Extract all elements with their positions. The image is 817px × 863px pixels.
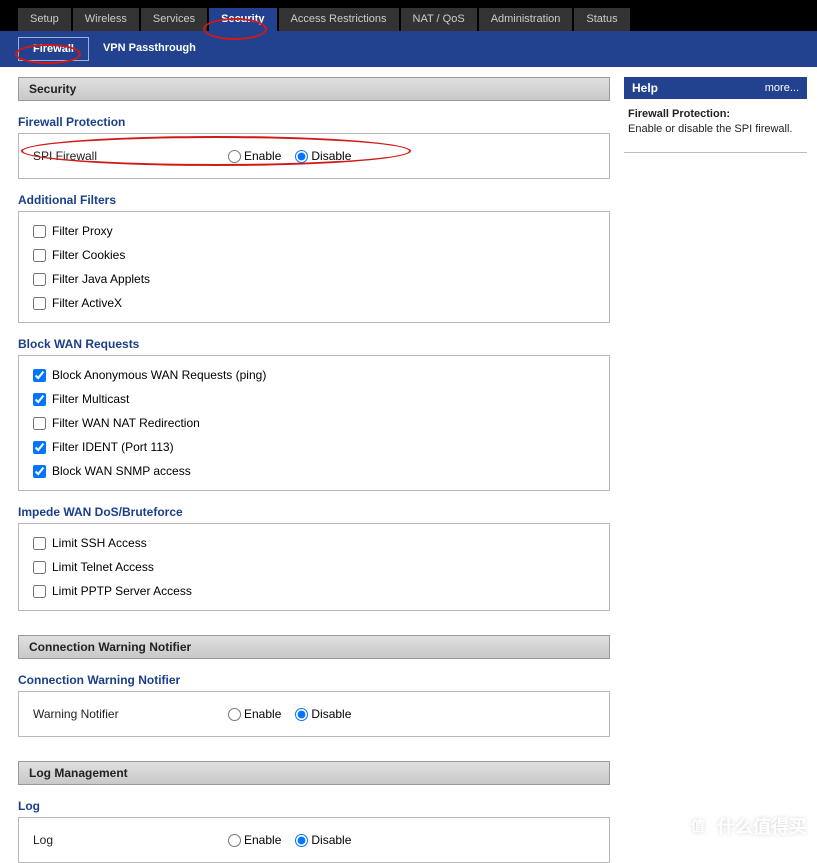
subtab-firewall[interactable]: Firewall [18,37,89,61]
help-header: Help more... [624,77,807,99]
warn-enable-radio[interactable] [228,708,241,721]
impede-label: Limit SSH Access [52,536,147,550]
tab-access-restrictions[interactable]: Access Restrictions [279,8,399,31]
impede-item[interactable]: Limit Telnet Access [33,560,595,574]
section-additional-filters: Additional Filters [18,193,610,207]
tab-services[interactable]: Services [141,8,207,31]
log-disable-radio[interactable] [295,834,308,847]
impede-checkbox[interactable] [33,561,46,574]
blockwan-item[interactable]: Block Anonymous WAN Requests (ping) [33,368,595,382]
blockwan-item[interactable]: Filter Multicast [33,392,595,406]
log-disable-option[interactable]: Disable [295,833,351,847]
spi-enable-option[interactable]: Enable [228,149,281,163]
spi-disable-text: Disable [311,149,351,163]
log-disable-text: Disable [311,833,351,847]
blockwan-label: Block Anonymous WAN Requests (ping) [52,368,266,382]
spi-firewall-label: SPI Firewall [33,149,228,163]
log-label: Log [33,833,228,847]
block-wan-box: Block Anonymous WAN Requests (ping) Filte… [18,355,610,491]
content: Security Firewall Protection SPI Firewal… [0,67,817,863]
section-conn-warn: Connection Warning Notifier [18,673,610,687]
filter-item[interactable]: Filter Java Applets [33,272,595,286]
blockwan-label: Filter WAN NAT Redirection [52,416,200,430]
warn-disable-text: Disable [311,707,351,721]
group-header-conn-warn: Connection Warning Notifier [18,635,610,659]
help-divider [624,152,807,153]
tab-administration[interactable]: Administration [479,8,573,31]
main-column: Security Firewall Protection SPI Firewal… [18,77,610,863]
section-firewall-protection: Firewall Protection [18,115,610,129]
blockwan-item[interactable]: Block WAN SNMP access [33,464,595,478]
spi-enable-radio[interactable] [228,150,241,163]
blockwan-checkbox[interactable] [33,393,46,406]
blockwan-checkbox[interactable] [33,417,46,430]
help-text: Enable or disable the SPI firewall. [628,123,792,135]
spi-disable-option[interactable]: Disable [295,149,351,163]
log-box: Log Enable Disable [18,817,610,863]
filter-checkbox[interactable] [33,297,46,310]
blockwan-label: Block WAN SNMP access [52,464,191,478]
filter-checkbox[interactable] [33,249,46,262]
group-header-security: Security [18,77,610,101]
tab-security-label: Security [221,13,264,25]
sub-tabs: Firewall VPN Passthrough [0,31,817,67]
main-tabs: Setup Wireless Services Security Access … [0,8,817,31]
help-more-link[interactable]: more... [765,82,799,94]
blockwan-checkbox[interactable] [33,441,46,454]
filter-label: Filter Proxy [52,224,113,238]
impede-label: Limit Telnet Access [52,560,154,574]
filter-item[interactable]: Filter ActiveX [33,296,595,310]
filter-label: Filter Cookies [52,248,125,262]
tab-setup[interactable]: Setup [18,8,71,31]
warn-disable-option[interactable]: Disable [295,707,351,721]
filter-item[interactable]: Filter Proxy [33,224,595,238]
help-column: Help more... Firewall Protection: Enable… [624,77,807,153]
help-heading: Firewall Protection: [628,108,730,120]
group-header-log: Log Management [18,761,610,785]
impede-checkbox[interactable] [33,537,46,550]
filter-checkbox[interactable] [33,225,46,238]
tab-status[interactable]: Status [574,8,629,31]
filter-item[interactable]: Filter Cookies [33,248,595,262]
log-enable-radio[interactable] [228,834,241,847]
filter-label: Filter Java Applets [52,272,150,286]
blockwan-label: Filter Multicast [52,392,129,406]
impede-checkbox[interactable] [33,585,46,598]
log-enable-text: Enable [244,833,281,847]
log-enable-option[interactable]: Enable [228,833,281,847]
filter-label: Filter ActiveX [52,296,122,310]
subtab-firewall-label: Firewall [33,43,74,55]
warn-disable-radio[interactable] [295,708,308,721]
blockwan-checkbox[interactable] [33,369,46,382]
subtab-vpn-passthrough[interactable]: VPN Passthrough [89,37,210,61]
impede-item[interactable]: Limit PPTP Server Access [33,584,595,598]
tab-security[interactable]: Security [209,8,276,31]
filter-checkbox[interactable] [33,273,46,286]
help-body: Firewall Protection: Enable or disable t… [624,99,807,146]
warn-enable-option[interactable]: Enable [228,707,281,721]
conn-warn-box: Warning Notifier Enable Disable [18,691,610,737]
section-log: Log [18,799,610,813]
impede-box: Limit SSH Access Limit Telnet Access Limit… [18,523,610,611]
warn-enable-text: Enable [244,707,281,721]
section-block-wan: Block WAN Requests [18,337,610,351]
section-impede: Impede WAN DoS/Bruteforce [18,505,610,519]
spi-enable-text: Enable [244,149,281,163]
impede-item[interactable]: Limit SSH Access [33,536,595,550]
blockwan-item[interactable]: Filter IDENT (Port 113) [33,440,595,454]
firewall-box: SPI Firewall Enable Disable [18,133,610,179]
blockwan-checkbox[interactable] [33,465,46,478]
tab-wireless[interactable]: Wireless [73,8,139,31]
warning-notifier-label: Warning Notifier [33,707,228,721]
tab-nat-qos[interactable]: NAT / QoS [401,8,477,31]
spi-disable-radio[interactable] [295,150,308,163]
help-title: Help [632,81,658,95]
blockwan-label: Filter IDENT (Port 113) [52,440,174,454]
blockwan-item[interactable]: Filter WAN NAT Redirection [33,416,595,430]
impede-label: Limit PPTP Server Access [52,584,192,598]
top-strip [0,0,817,8]
filters-box: Filter Proxy Filter Cookies Filter Java Ap… [18,211,610,323]
